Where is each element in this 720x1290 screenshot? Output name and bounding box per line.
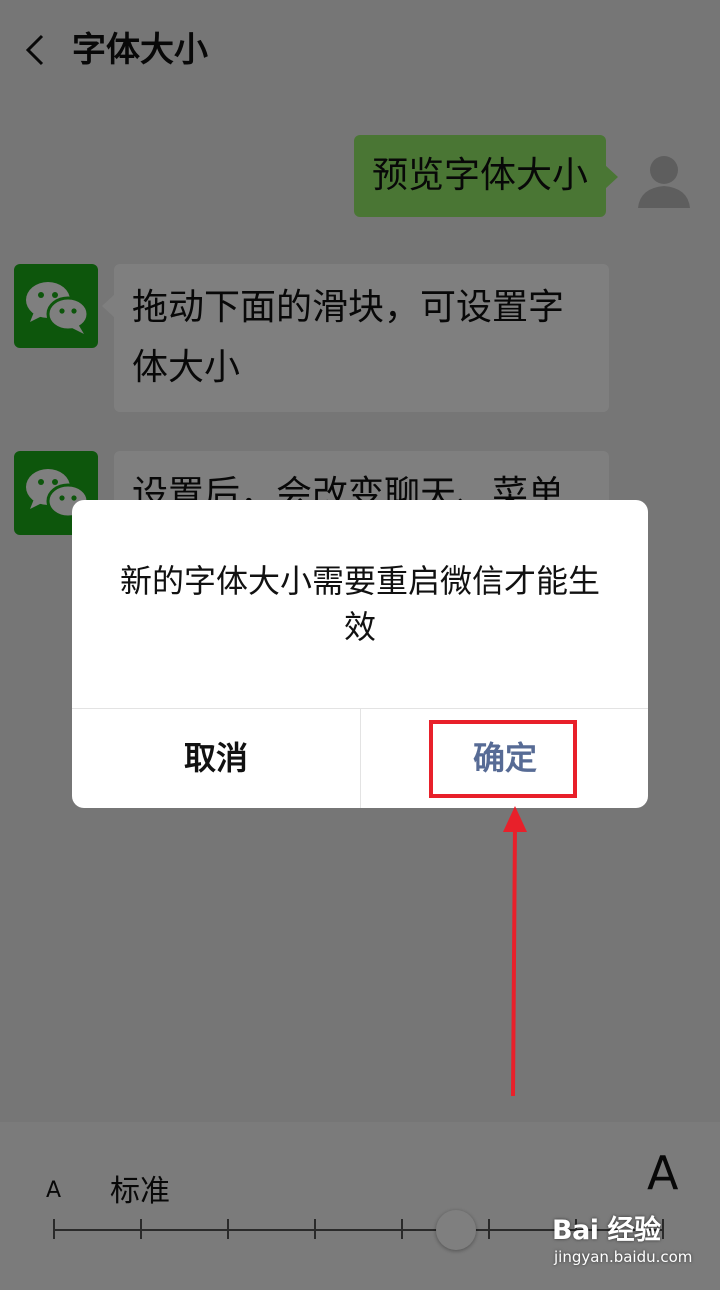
baidu-jingyan-watermark: Bai 经验 jingyan.baidu.com (552, 1208, 712, 1280)
confirm-highlight-box (429, 720, 577, 798)
watermark-url: jingyan.baidu.com (554, 1248, 693, 1266)
annotation-arrow (498, 806, 532, 1098)
arrow-up-icon (503, 806, 527, 1097)
watermark-brand: Bai 经验 (552, 1215, 661, 1246)
dialog-message: 新的字体大小需要重启微信才能生效 (119, 562, 600, 646)
cancel-button[interactable]: 取消 (72, 709, 360, 808)
